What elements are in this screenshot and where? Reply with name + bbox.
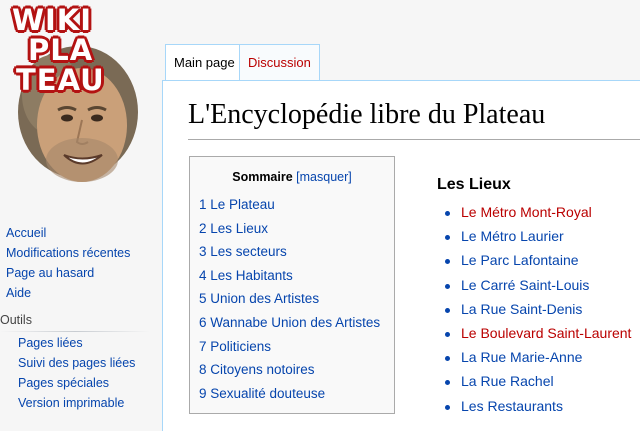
toc-item[interactable]: 1 Le Plateau	[199, 197, 380, 221]
page-title: L'Encyclopédie libre du Plateau	[188, 99, 546, 130]
lieu-link[interactable]: La Rue Saint-Denis	[461, 301, 582, 317]
bullet-icon	[445, 259, 450, 265]
tab-discussion[interactable]: Discussion	[239, 44, 320, 81]
toc-header: Sommaire [masquer]	[190, 170, 394, 184]
list-item: Le Carré Saint-Louis	[436, 277, 631, 301]
toc-item[interactable]: 9 Sexualité douteuse	[199, 386, 380, 410]
logo-text-wiki: WIKI	[12, 3, 93, 37]
sidebar-item-what-links-here[interactable]: Pages liées	[18, 333, 135, 353]
table-of-contents: Sommaire [masquer] 1 Le Plateau 2 Les Li…	[189, 156, 395, 414]
sidebar-item-random-page[interactable]: Page au hasard	[6, 263, 130, 283]
toc-item[interactable]: 3 Les secteurs	[199, 244, 380, 268]
sidebar-divider	[0, 331, 150, 332]
bullet-icon	[445, 211, 450, 216]
list-item: Le Parc Lafontaine	[436, 252, 631, 276]
toc-title: Sommaire	[232, 170, 293, 184]
sidebar-navigation: Accueil Modifications récentes Page au h…	[6, 223, 130, 303]
logo-text-teau: TEAU	[16, 63, 105, 97]
list-item: Les Restaurants	[436, 398, 631, 422]
content-area: L'Encyclopédie libre du Plateau Sommaire…	[162, 80, 640, 431]
lieux-list: Le Métro Mont-Royal Le Métro Laurier Le …	[436, 204, 631, 422]
list-item: Le Métro Mont-Royal	[436, 204, 631, 228]
sidebar-item-accueil[interactable]: Accueil	[6, 223, 130, 243]
toc-list: 1 Le Plateau 2 Les Lieux 3 Les secteurs …	[199, 197, 380, 409]
toc-item[interactable]: 4 Les Habitants	[199, 268, 380, 292]
bullet-icon	[445, 235, 450, 241]
sidebar-item-recent-changes[interactable]: Modifications récentes	[6, 243, 130, 263]
bullet-icon	[445, 283, 450, 289]
bullet-icon	[445, 307, 450, 313]
lieu-link[interactable]: La Rue Rachel	[461, 373, 554, 389]
sidebar-item-related-changes[interactable]: Suivi des pages liées	[18, 353, 135, 373]
sidebar-item-special-pages[interactable]: Pages spéciales	[18, 373, 135, 393]
lieu-link[interactable]: Le Boulevard Saint-Laurent	[461, 325, 631, 341]
section-heading-lieux: Les Lieux	[437, 176, 511, 193]
site-logo[interactable]: WIKI PLA TEAU	[0, 0, 160, 210]
toc-item[interactable]: 8 Citoyens notoires	[199, 362, 380, 386]
bullet-icon	[445, 331, 450, 337]
toc-item[interactable]: 7 Politiciens	[199, 339, 380, 363]
title-divider	[188, 139, 640, 140]
toc-toggle-link[interactable]: [masquer]	[296, 170, 352, 184]
lieu-link[interactable]: Le Métro Laurier	[461, 228, 564, 244]
sidebar-tools: Pages liées Suivi des pages liées Pages …	[18, 333, 135, 413]
toc-item[interactable]: 5 Union des Artistes	[199, 291, 380, 315]
list-item: Le Boulevard Saint-Laurent	[436, 325, 631, 349]
lieu-link[interactable]: Les Restaurants	[461, 398, 563, 414]
lieu-link[interactable]: Le Métro Mont-Royal	[461, 204, 592, 220]
list-item: La Rue Marie-Anne	[436, 349, 631, 373]
tab-main-page[interactable]: Main page	[165, 44, 244, 81]
bullet-icon	[445, 356, 450, 362]
sidebar-tools-heading[interactable]: Outils	[0, 313, 32, 327]
lieu-link[interactable]: Le Parc Lafontaine	[461, 252, 579, 268]
bullet-icon	[445, 380, 450, 386]
list-item: La Rue Rachel	[436, 373, 631, 397]
lieu-link[interactable]: La Rue Marie-Anne	[461, 349, 582, 365]
toc-item[interactable]: 2 Les Lieux	[199, 221, 380, 245]
bullet-icon	[445, 404, 450, 410]
sidebar-item-help[interactable]: Aide	[6, 283, 130, 303]
lieu-link[interactable]: Le Carré Saint-Louis	[461, 277, 589, 293]
list-item: Le Métro Laurier	[436, 228, 631, 252]
list-item: La Rue Saint-Denis	[436, 301, 631, 325]
logo-text-pla: PLA	[28, 33, 94, 67]
sidebar-item-printable-version[interactable]: Version imprimable	[18, 393, 135, 413]
toc-item[interactable]: 6 Wannabe Union des Artistes	[199, 315, 380, 339]
